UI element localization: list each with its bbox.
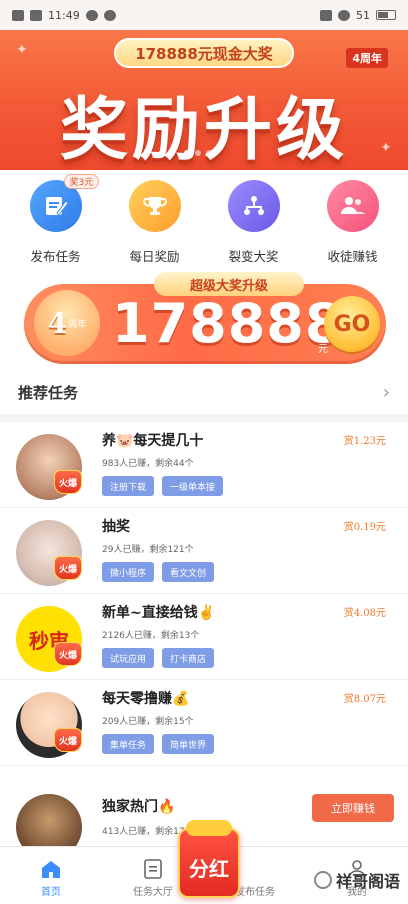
app-notification-icon [103, 9, 116, 21]
alarm-icon [338, 9, 350, 21]
users-icon [326, 180, 379, 232]
action-recruit-earn[interactable]: 收徒赚钱 [313, 176, 393, 272]
battery-level: 51 [356, 8, 370, 22]
task-tag: 打卡商店 [162, 648, 215, 668]
task-title: 独家热门🔥 [102, 799, 176, 815]
task-item[interactable]: 秒审 火爆 新单~直接给钱✌ 2126人已赚，剩余13个 试玩应用 打卡商店 赏… [0, 596, 408, 680]
task-tag: 看文文创 [162, 562, 215, 582]
tab-label: 发布任务 [235, 887, 275, 898]
hot-badge: 火爆 [54, 728, 82, 752]
task-title: 新单~直接给钱✌ [102, 605, 216, 621]
task-tags: 集单任务 简单世界 [102, 734, 215, 754]
watermark: 祥哥阁语 [313, 868, 400, 892]
list-icon [144, 859, 162, 879]
status-time: 11:49 [48, 8, 80, 22]
anniversary-emblem: 4 周年 [34, 290, 100, 356]
action-label: 每日奖励 [129, 249, 180, 264]
pagination-dot [184, 150, 190, 156]
task-tag: 注册下载 [102, 476, 155, 496]
action-publish-task[interactable]: 奖3元 发布任务 [16, 174, 100, 272]
task-tag: 微小程序 [102, 562, 155, 582]
hot-badge: 火爆 [54, 556, 82, 580]
prize-amount: 178888 [112, 292, 344, 355]
bluetooth-icon [320, 9, 332, 21]
task-tag: 试玩应用 [102, 648, 155, 668]
task-title: 养🐷每天提几十 [102, 433, 204, 449]
dividend-button[interactable]: 分红 [178, 820, 240, 898]
notification-icon [85, 9, 98, 21]
task-reward: 赏0.19元 [343, 522, 386, 533]
go-button[interactable]: GO [324, 296, 380, 352]
task-reward: 赏8.07元 [343, 694, 386, 705]
task-title: 抽奖 [102, 519, 130, 535]
pagination-dot [195, 150, 201, 156]
task-tags: 微小程序 看文文创 [102, 562, 215, 582]
prize-unit: 元 [318, 344, 328, 355]
pagination-dot [206, 150, 212, 156]
action-label: 收徒赚钱 [327, 249, 378, 264]
home-icon [42, 861, 60, 878]
task-tag: 简单世界 [162, 734, 215, 754]
task-meta: 983人已赚，剩余44个 [102, 459, 194, 469]
tab-spacer [244, 859, 266, 879]
section-divider [0, 414, 408, 422]
promo-banner[interactable]: ✦ ✦ 178888元现金大奖 4周年 奖励升级 [0, 30, 408, 170]
task-title: 每天零撸赚💰 [102, 691, 190, 707]
trophy-icon [128, 180, 181, 232]
action-daily-reward[interactable]: 每日奖励 [115, 176, 195, 272]
tab-label: 任务大厅 [133, 887, 173, 898]
reward-badge: 奖3元 [63, 174, 100, 189]
task-tag: 集单任务 [102, 734, 155, 754]
banner-cash-prize-pill: 178888元现金大奖 [114, 38, 294, 68]
action-label: 裂变大奖 [228, 249, 279, 264]
anniversary-tag: 4周年 [346, 48, 388, 68]
network-icon [227, 180, 280, 232]
task-meta: 2126人已赚，剩余13个 [102, 631, 200, 641]
watermark-text: 祥哥阁语 [335, 872, 400, 891]
task-tag: 一级单本接 [162, 476, 224, 496]
action-fission-prize[interactable]: 裂变大奖 [214, 176, 294, 272]
wifi-icon [30, 9, 42, 21]
task-reward: 赏4.08元 [343, 608, 386, 619]
battery-icon [376, 10, 396, 20]
tab-home[interactable]: 首页 [0, 847, 102, 904]
task-meta: 209人已赚，剩余15个 [102, 717, 194, 727]
section-title: 推荐任务 [18, 383, 79, 402]
anniversary-number: 4 [47, 306, 68, 340]
tab-label: 首页 [41, 887, 61, 898]
task-item[interactable]: 火爆 抽奖 29人已赚，剩余121个 微小程序 看文文创 赏0.19元 [0, 510, 408, 594]
signal-icon [12, 9, 24, 21]
quick-actions: 奖3元 发布任务 每日奖励 裂变大奖 收徒赚钱 [0, 174, 408, 272]
wechat-icon [313, 871, 332, 889]
task-meta: 29人已赚，剩余121个 [102, 545, 194, 555]
hot-badge: 火爆 [54, 470, 82, 494]
task-item[interactable]: 火爆 每天零撸赚💰 209人已赚，剩余15个 集单任务 简单世界 赏8.07元 [0, 682, 408, 766]
hot-badge: 火爆 [54, 642, 82, 666]
banner-pagination [184, 150, 212, 156]
recommended-tasks-header[interactable]: 推荐任务 › [18, 378, 390, 406]
status-bar: 11:49 51 [0, 0, 408, 30]
task-reward: 赏1.23元 [343, 436, 386, 447]
earn-now-button[interactable]: 立即赚钱 [312, 794, 394, 822]
task-item[interactable]: 火爆 养🐷每天提几十 983人已赚，剩余44个 注册下载 一级单本接 赏1.23… [0, 424, 408, 508]
task-tags: 注册下载 一级单本接 [102, 476, 224, 496]
grand-prize-card[interactable]: 超级大奖升级 4 周年 178888 元 GO [24, 272, 386, 364]
task-tags: 试玩应用 打卡商店 [102, 648, 215, 668]
sparkle-icon: ✦ [16, 42, 28, 58]
chevron-right-icon[interactable]: › [383, 382, 390, 403]
action-label: 发布任务 [30, 249, 81, 264]
anniversary-suffix: 周年 [68, 319, 87, 330]
